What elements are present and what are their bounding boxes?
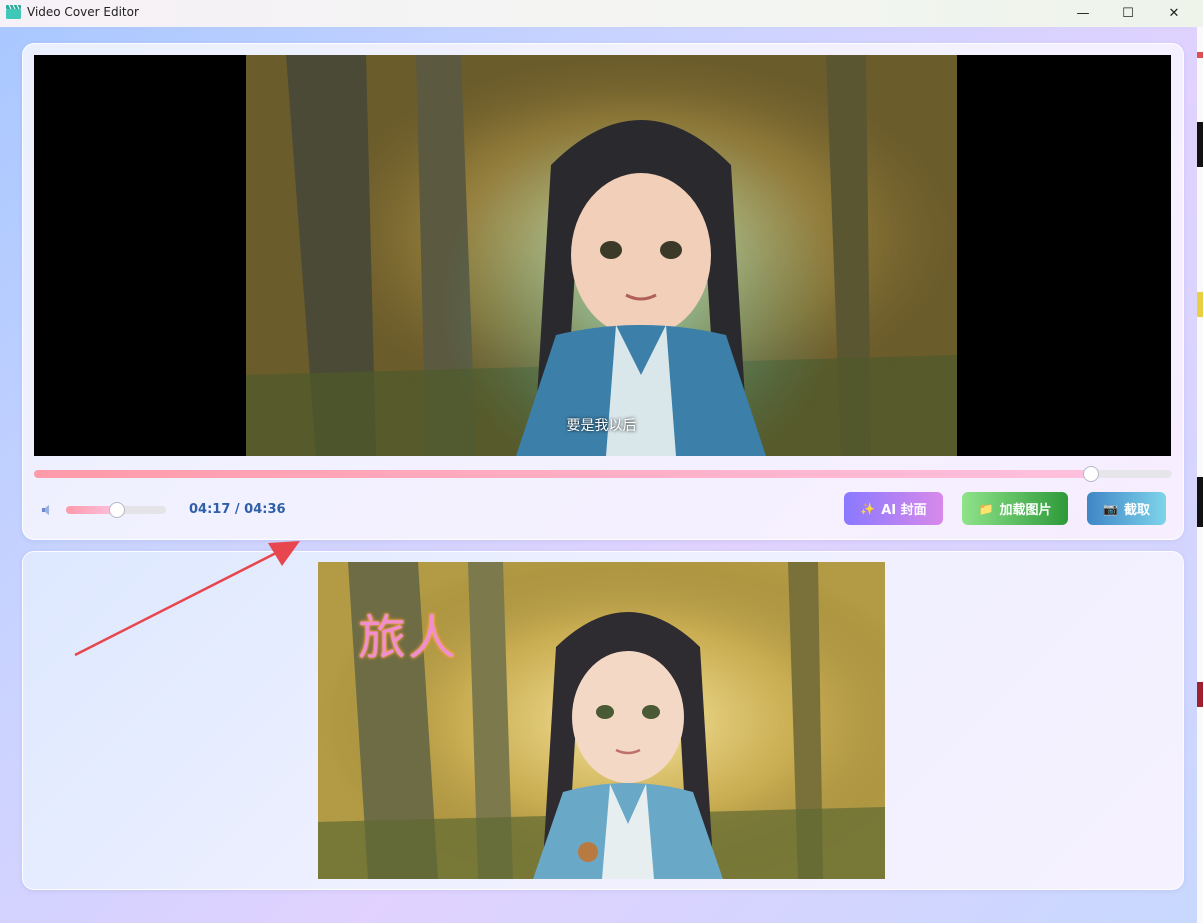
seek-handle[interactable] bbox=[1083, 466, 1100, 482]
title-bar: Video Cover Editor — ☐ ✕ bbox=[0, 0, 1203, 27]
close-icon: ✕ bbox=[1168, 6, 1180, 21]
ai-cover-button[interactable]: ✨ AI 封面 bbox=[844, 492, 943, 525]
time-display: 04:17 / 04:36 bbox=[189, 502, 286, 517]
capture-label: 截取 bbox=[1123, 503, 1150, 518]
background-window-edge bbox=[1197, 27, 1203, 923]
folder-icon: 📁 bbox=[978, 501, 994, 516]
capture-button[interactable]: 📷 截取 bbox=[1087, 492, 1166, 525]
load-image-label: 加载图片 bbox=[999, 503, 1052, 518]
close-button[interactable]: ✕ bbox=[1151, 0, 1197, 27]
window-title: Video Cover Editor bbox=[27, 5, 139, 19]
speaker-icon[interactable] bbox=[41, 504, 53, 516]
minimize-button[interactable]: — bbox=[1060, 0, 1106, 27]
video-frame: 要是我以后 bbox=[246, 55, 957, 456]
sparkle-icon: ✨ bbox=[860, 501, 876, 516]
maximize-icon: ☐ bbox=[1122, 6, 1134, 21]
cover-preview-panel: 旅人 bbox=[22, 551, 1184, 890]
clapperboard-icon bbox=[6, 5, 21, 19]
volume-slider[interactable] bbox=[66, 502, 166, 518]
cover-image: 旅人 bbox=[318, 562, 885, 879]
video-frame-image bbox=[246, 55, 957, 456]
video-viewport[interactable]: 要是我以后 bbox=[34, 55, 1171, 456]
seek-bar-fill bbox=[34, 470, 1091, 478]
load-image-button[interactable]: 📁 加载图片 bbox=[962, 492, 1068, 525]
volume-handle[interactable] bbox=[109, 502, 125, 518]
maximize-button[interactable]: ☐ bbox=[1105, 0, 1151, 27]
minimize-icon: — bbox=[1076, 6, 1090, 21]
client-area: 要是我以后 04:17 / 04:36 ✨ AI 封面 📁 加载图片 📷 截取 bbox=[0, 27, 1197, 923]
camera-icon: 📷 bbox=[1103, 501, 1118, 516]
player-panel: 要是我以后 04:17 / 04:36 ✨ AI 封面 📁 加载图片 📷 截取 bbox=[22, 43, 1184, 540]
video-subtitle: 要是我以后 bbox=[566, 418, 637, 434]
seek-bar[interactable] bbox=[34, 466, 1172, 482]
cover-title-text: 旅人 bbox=[358, 610, 459, 666]
ai-cover-label: AI 封面 bbox=[881, 503, 927, 518]
